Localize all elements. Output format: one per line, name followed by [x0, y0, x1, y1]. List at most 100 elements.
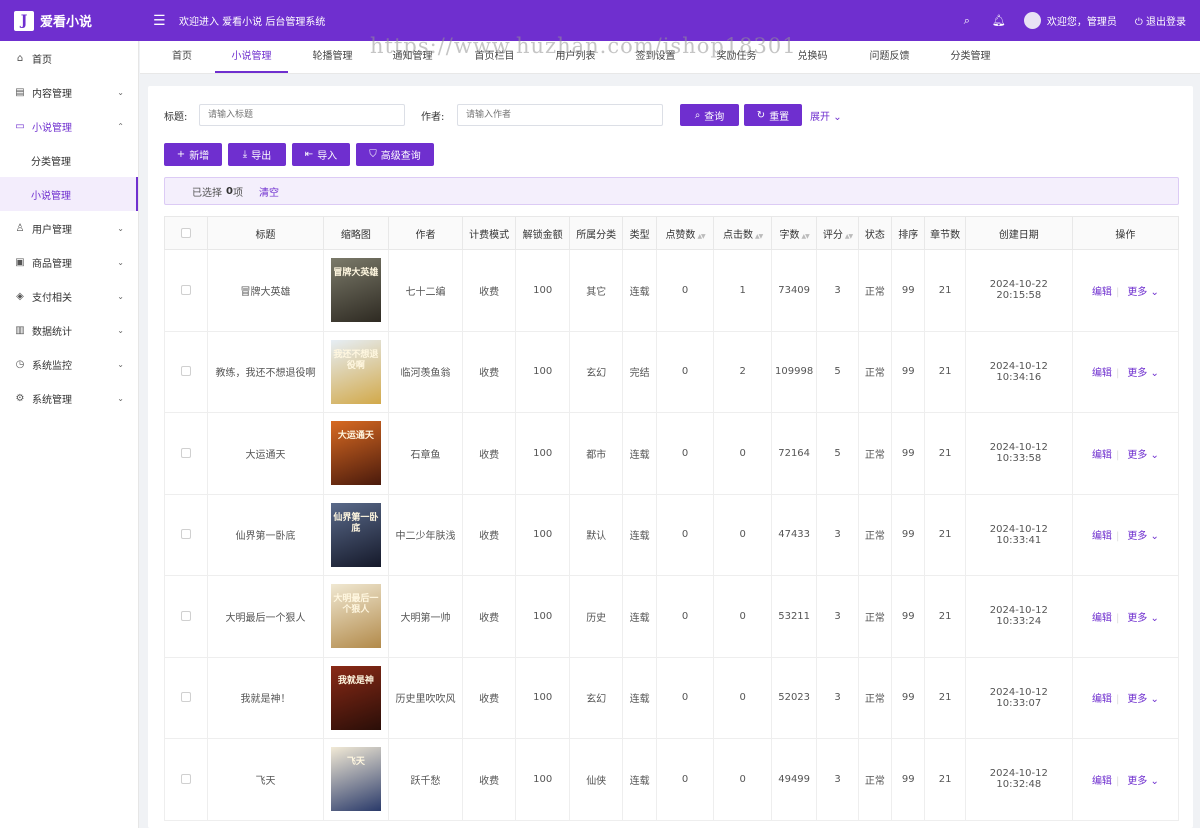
col-header-sortable[interactable]: 评分 ▲▼: [816, 216, 859, 250]
sort-icon[interactable]: ▲▼: [697, 233, 705, 240]
logout-label: 退出登录: [1146, 17, 1186, 28]
sidebar-item-goods[interactable]: ▣ 商品管理 ⌄: [0, 245, 138, 279]
select-cell[interactable]: [163, 249, 209, 332]
sidebar-item-novel[interactable]: ▭ 小说管理 ⌃: [0, 109, 138, 143]
tab-home[interactable]: 首页: [162, 41, 202, 73]
cover-thumbnail[interactable]: 我还不想退役啊: [330, 339, 381, 404]
select-cell[interactable]: [163, 493, 209, 576]
cover-thumbnail[interactable]: 大明最后一个狠人: [330, 584, 381, 649]
row-checkbox[interactable]: [181, 610, 192, 621]
author-input[interactable]: [457, 104, 663, 126]
sidebar-item-home[interactable]: ⌂ 首页: [0, 41, 138, 75]
row-checkbox[interactable]: [181, 773, 192, 784]
sidebar-item-stats[interactable]: ▥ 数据统计 ⌄: [0, 313, 138, 347]
row-checkbox[interactable]: [181, 447, 192, 458]
user-menu[interactable]: 欢迎您，管理员: [1023, 12, 1117, 29]
select-all-checkbox[interactable]: [181, 227, 192, 238]
cover-thumbnail[interactable]: 仙界第一卧底: [330, 502, 381, 567]
edit-link[interactable]: 编辑: [1092, 531, 1112, 542]
sidebar-item-monitor[interactable]: ◷ 系统监控 ⌄: [0, 347, 138, 381]
sidebar-item-label: 商品管理: [32, 258, 72, 270]
edit-link[interactable]: 编辑: [1092, 368, 1112, 379]
edit-link[interactable]: 编辑: [1092, 613, 1112, 624]
cell-likes: 0: [655, 738, 715, 821]
tab-notice[interactable]: 通知管理: [385, 41, 440, 73]
more-dropdown[interactable]: 更多 ⌄: [1127, 776, 1159, 787]
cell-sort: 99: [891, 249, 926, 332]
col-header-sortable[interactable]: 点赞数 ▲▼: [655, 216, 715, 250]
row-checkbox[interactable]: [181, 366, 192, 377]
sidebar-item-users[interactable]: ♙ 用户管理 ⌄: [0, 211, 138, 245]
edit-link[interactable]: 编辑: [1092, 287, 1112, 298]
tab-columns[interactable]: 首页栏目: [467, 41, 522, 73]
cover-thumbnail[interactable]: 大运通天: [330, 421, 381, 486]
select-cell[interactable]: [163, 412, 209, 495]
more-dropdown[interactable]: 更多 ⌄: [1127, 613, 1159, 624]
select-cell[interactable]: [163, 656, 209, 739]
cell-billing: 收费: [461, 330, 517, 413]
cell-likes: 0: [655, 493, 715, 576]
col-header: 计费模式: [461, 216, 517, 250]
tab-feedback[interactable]: 问题反馈: [862, 41, 917, 73]
sort-icon[interactable]: ▲▼: [845, 233, 853, 240]
menu-toggle-icon[interactable]: ☰: [153, 13, 169, 29]
add-button[interactable]: + 新增: [164, 143, 222, 166]
cell-author: 大明第一帅: [388, 575, 463, 658]
more-dropdown[interactable]: 更多 ⌄: [1127, 531, 1159, 542]
reset-button[interactable]: ↻ 重置: [744, 104, 802, 126]
title-label: 标题:: [164, 111, 188, 123]
more-dropdown[interactable]: 更多 ⌄: [1127, 368, 1159, 379]
tab-user-list[interactable]: 用户列表: [548, 41, 603, 73]
sidebar-subitem-category[interactable]: 分类管理: [0, 143, 138, 177]
tab-category[interactable]: 分类管理: [943, 41, 998, 73]
sort-icon[interactable]: ▲▼: [755, 233, 763, 240]
tab-signin[interactable]: 签到设置: [628, 41, 683, 73]
import-button[interactable]: ⇤ 导入: [292, 143, 350, 166]
sidebar-item-content[interactable]: ▤ 内容管理 ⌄: [0, 75, 138, 109]
tab-novel[interactable]: 小说管理: [215, 41, 288, 73]
row-checkbox[interactable]: [181, 284, 192, 295]
cell-type: 连载: [622, 575, 657, 658]
sidebar-item-system[interactable]: ⚙ 系统管理 ⌄: [0, 381, 138, 415]
cell-price: 100: [515, 575, 570, 658]
select-cell[interactable]: [163, 738, 209, 821]
query-button[interactable]: ⌕ 查询: [680, 104, 739, 126]
export-button[interactable]: ⤓ 导出: [228, 143, 286, 166]
advanced-query-label: 高级查询: [380, 151, 421, 162]
row-checkbox[interactable]: [181, 529, 192, 540]
novel-table: 标题 缩略图 作者 计费模式 解锁金额 所属分类 类型 点赞数 ▲▼ 点击数 ▲▼ …: [163, 216, 1180, 821]
cell-score: 3: [816, 575, 859, 658]
row-checkbox[interactable]: [181, 692, 192, 703]
tab-tasks[interactable]: 奖励任务: [709, 41, 764, 73]
more-dropdown[interactable]: 更多 ⌄: [1127, 287, 1159, 298]
sidebar-item-payment[interactable]: ◈ 支付相关 ⌄: [0, 279, 138, 313]
tab-banner[interactable]: 轮播管理: [305, 41, 360, 73]
logout-button[interactable]: ⏻ 退出登录: [1135, 13, 1186, 28]
select-cell[interactable]: [163, 575, 209, 658]
sort-icon[interactable]: ▲▼: [802, 233, 810, 240]
clear-selection-link[interactable]: 清空: [259, 184, 279, 199]
sidebar-subitem-novel[interactable]: 小说管理: [0, 177, 138, 211]
bell-icon[interactable]: 🔔︎: [992, 14, 1006, 27]
expand-link[interactable]: 展开 ⌄: [810, 108, 842, 123]
cover-thumbnail[interactable]: 冒牌大英雄: [330, 258, 381, 323]
cell-status: 正常: [857, 738, 893, 821]
divider: |: [1115, 449, 1120, 461]
tab-redeem[interactable]: 兑换码: [790, 41, 835, 73]
cover-thumbnail[interactable]: 飞天: [330, 747, 381, 812]
search-icon[interactable]: ⌕: [960, 14, 974, 28]
select-cell[interactable]: [163, 330, 209, 413]
edit-link[interactable]: 编辑: [1092, 776, 1112, 787]
cover-thumbnail[interactable]: 我就是神: [330, 665, 381, 730]
more-dropdown[interactable]: 更多 ⌄: [1127, 450, 1159, 461]
logo[interactable]: J 爱看小说: [0, 0, 139, 41]
edit-link[interactable]: 编辑: [1092, 694, 1112, 705]
edit-link[interactable]: 编辑: [1092, 450, 1112, 461]
col-header-sortable[interactable]: 点击数 ▲▼: [713, 216, 772, 250]
advanced-query-button[interactable]: ⛉ 高级查询: [356, 143, 434, 166]
more-dropdown[interactable]: 更多 ⌄: [1127, 694, 1159, 705]
select-all-cell[interactable]: [163, 216, 209, 250]
title-input[interactable]: [199, 104, 405, 126]
col-header-sortable[interactable]: 字数 ▲▼: [770, 216, 818, 250]
col-header-label: 点赞数: [665, 229, 696, 241]
